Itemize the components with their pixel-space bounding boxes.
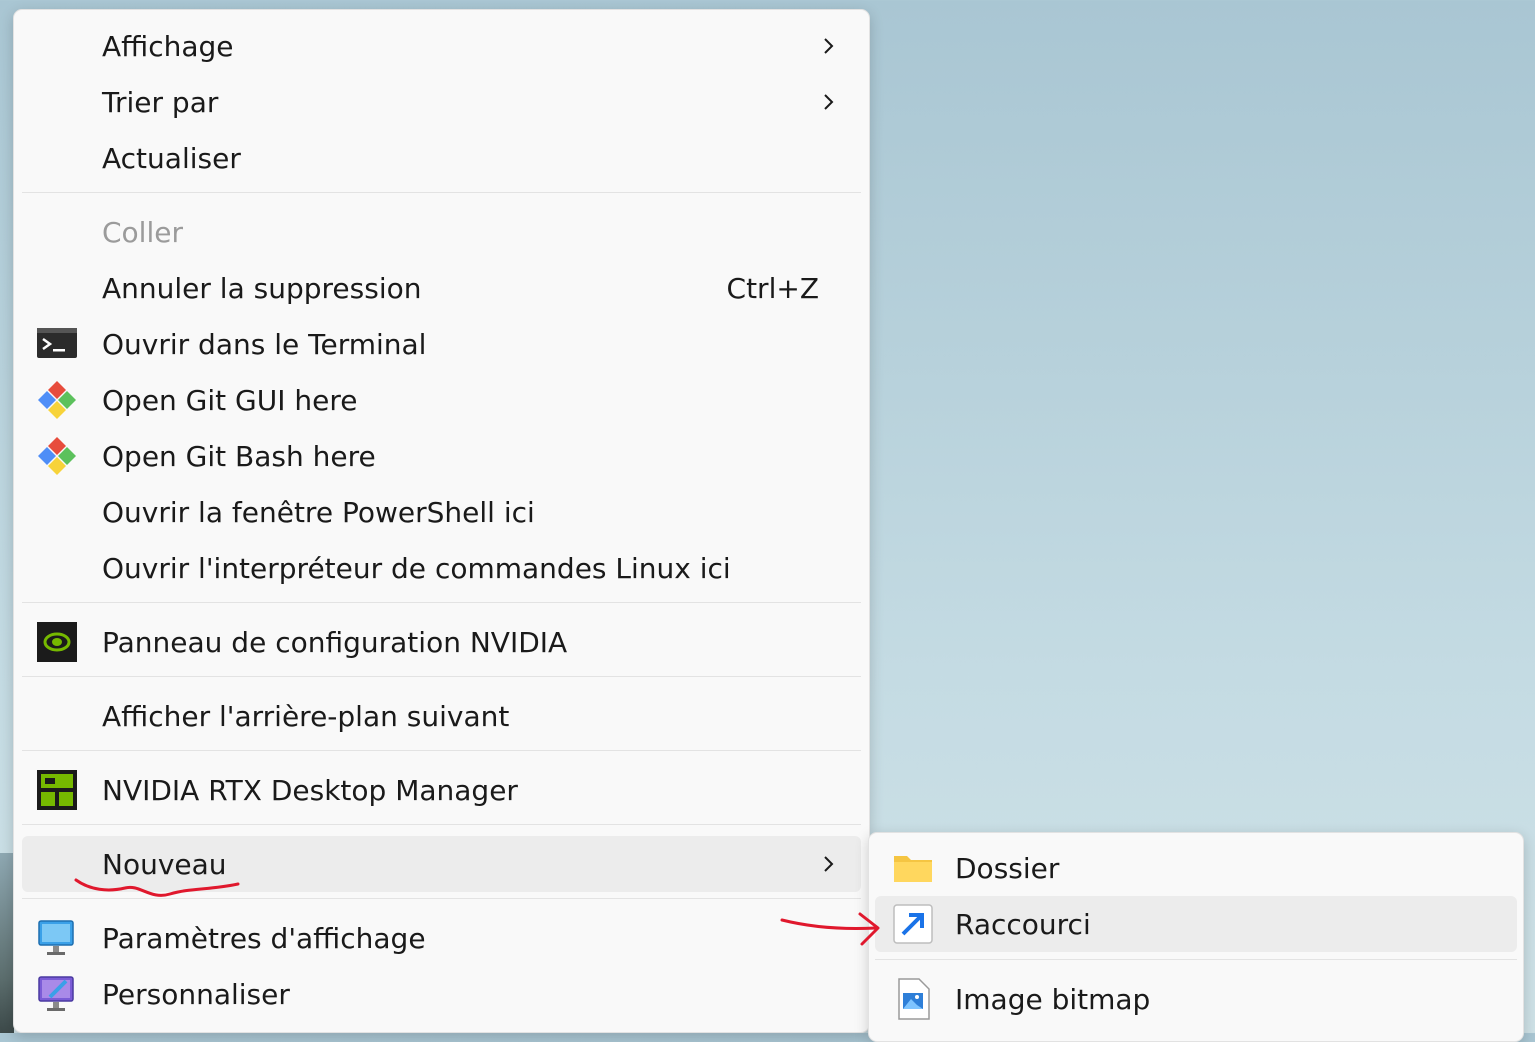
chevron-right-icon	[824, 38, 834, 54]
menu-item-label: Ouvrir la fenêtre PowerShell ici	[102, 495, 535, 529]
folder-icon	[894, 856, 932, 882]
menu-item-label: NVIDIA RTX Desktop Manager	[102, 773, 518, 807]
bitmap-image-icon	[898, 978, 930, 1020]
menu-item-trier-par[interactable]: Trier par	[22, 74, 861, 130]
desktop-context-menu: Affichage Trier par Actualiser Coller An…	[13, 9, 870, 1033]
menu-separator	[22, 676, 861, 677]
submenu-item-image-bitmap[interactable]: Image bitmap	[875, 971, 1517, 1027]
menu-separator	[22, 750, 861, 751]
menu-item-git-gui[interactable]: Open Git GUI here	[22, 372, 861, 428]
submenu-item-label: Image bitmap	[955, 982, 1151, 1016]
menu-item-annuler-suppression[interactable]: Annuler la suppression Ctrl+Z	[22, 260, 861, 316]
menu-separator	[22, 898, 861, 899]
menu-item-ouvrir-terminal[interactable]: Ouvrir dans le Terminal	[22, 316, 861, 372]
new-submenu: Dossier Raccourci Image bitmap	[868, 832, 1524, 1042]
submenu-item-dossier[interactable]: Dossier	[875, 840, 1517, 896]
menu-item-display-settings[interactable]: Paramètres d'affichage	[22, 910, 861, 966]
menu-item-nvidia-panel[interactable]: Panneau de configuration NVIDIA	[22, 614, 861, 670]
menu-item-label: Paramètres d'affichage	[102, 921, 426, 955]
menu-item-label: Open Git GUI here	[102, 383, 358, 417]
desktop-wallpaper-edge	[0, 853, 14, 1033]
menu-item-label: Personnaliser	[102, 977, 290, 1011]
menu-item-personnaliser[interactable]: Personnaliser	[22, 966, 861, 1022]
menu-item-label: Trier par	[102, 85, 219, 119]
display-settings-icon	[38, 920, 74, 955]
git-bash-icon	[38, 437, 76, 475]
submenu-item-label: Raccourci	[955, 907, 1091, 941]
menu-item-nouveau[interactable]: Nouveau	[22, 836, 861, 892]
menu-item-label: Coller	[102, 215, 183, 249]
submenu-item-raccourci[interactable]: Raccourci	[875, 896, 1517, 952]
menu-separator	[875, 959, 1517, 960]
menu-item-label: Ouvrir dans le Terminal	[102, 327, 427, 361]
menu-item-label: Afficher l'arrière-plan suivant	[102, 699, 510, 733]
menu-item-coller: Coller	[22, 204, 861, 260]
menu-separator	[22, 602, 861, 603]
menu-item-label: Ouvrir l'interpréteur de commandes Linux…	[102, 551, 731, 585]
menu-item-shortcut: Ctrl+Z	[726, 271, 819, 305]
terminal-icon	[37, 328, 77, 358]
menu-item-nvidia-rtx-desktop[interactable]: NVIDIA RTX Desktop Manager	[22, 762, 861, 818]
menu-item-label: Actualiser	[102, 141, 241, 175]
chevron-right-icon	[824, 94, 834, 110]
menu-item-linux-shell[interactable]: Ouvrir l'interpréteur de commandes Linux…	[22, 540, 861, 596]
nvidia-icon	[37, 622, 77, 662]
menu-separator	[22, 824, 861, 825]
menu-item-label: Affichage	[102, 29, 234, 63]
menu-separator	[22, 192, 861, 193]
menu-item-label: Open Git Bash here	[102, 439, 376, 473]
menu-item-label: Nouveau	[102, 847, 227, 881]
submenu-item-label: Dossier	[955, 851, 1060, 885]
shortcut-icon	[893, 904, 933, 944]
menu-item-git-bash[interactable]: Open Git Bash here	[22, 428, 861, 484]
chevron-right-icon	[824, 856, 834, 872]
menu-item-powershell[interactable]: Ouvrir la fenêtre PowerShell ici	[22, 484, 861, 540]
git-gui-icon	[38, 381, 76, 419]
nvidia-rtx-desktop-icon	[37, 770, 77, 810]
menu-item-label: Annuler la suppression	[102, 271, 422, 305]
menu-item-affichage[interactable]: Affichage	[22, 18, 861, 74]
menu-item-actualiser[interactable]: Actualiser	[22, 130, 861, 186]
personalize-icon	[38, 976, 74, 1011]
menu-item-label: Panneau de configuration NVIDIA	[102, 625, 568, 659]
menu-item-next-background[interactable]: Afficher l'arrière-plan suivant	[22, 688, 861, 744]
